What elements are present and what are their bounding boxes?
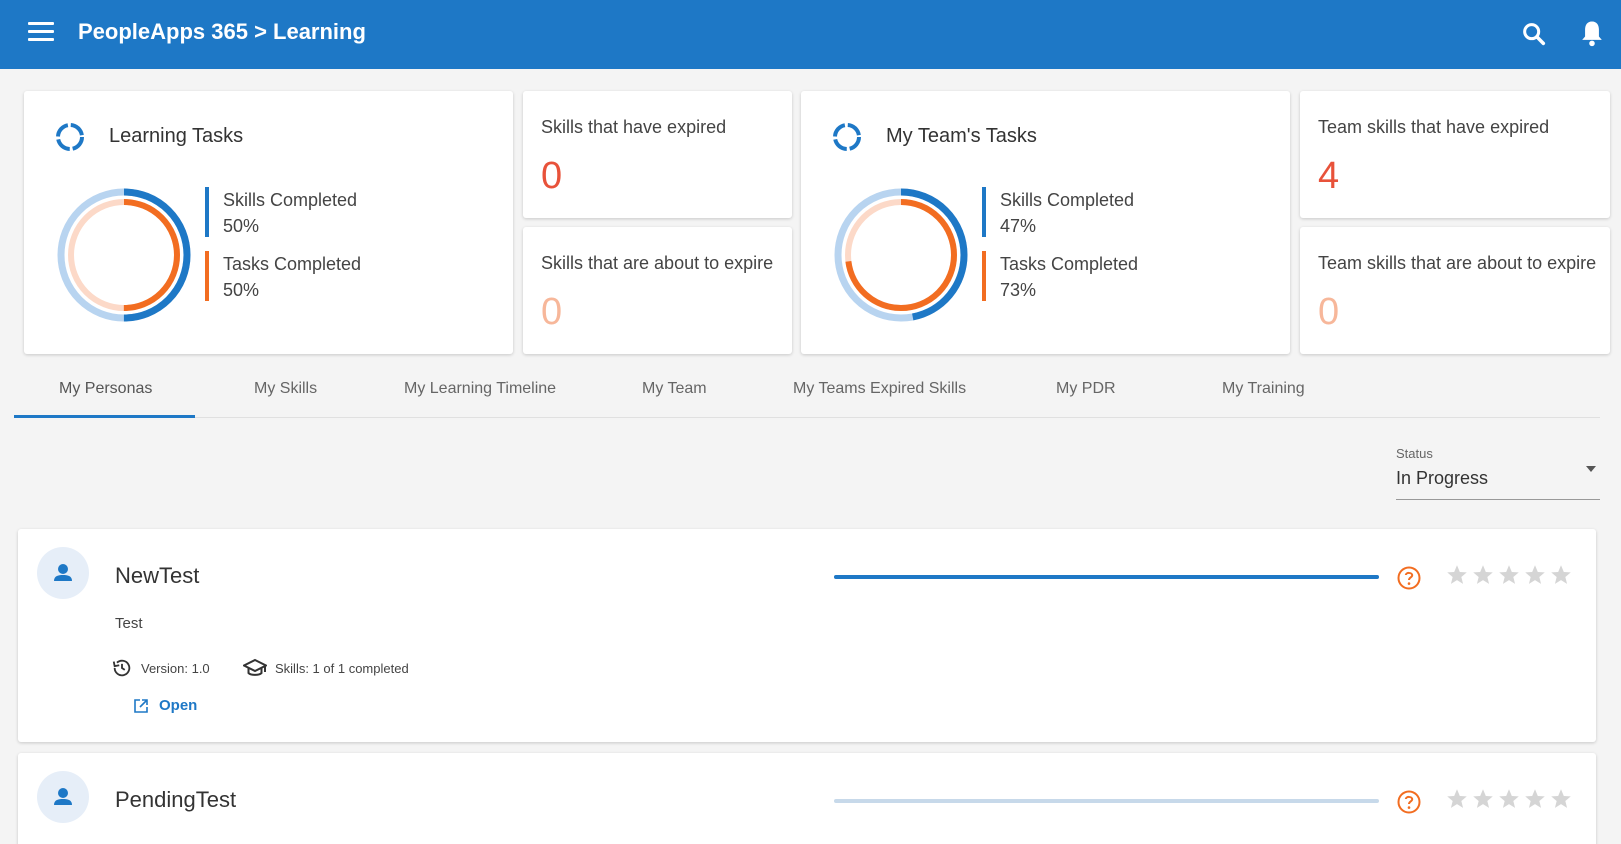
loader-icon xyxy=(56,123,84,151)
legend-value: 47% xyxy=(1000,216,1037,236)
card-title: Learning Tasks xyxy=(109,125,244,147)
tab-my-personas[interactable]: My Personas xyxy=(59,380,152,398)
version-text: Version: 1.0 xyxy=(141,660,210,676)
skills-completed-legend: Skills Completed 47% xyxy=(982,187,1134,239)
stat-value: 4 xyxy=(1318,155,1340,197)
team-tasks-card: My Team's Tasks Skills Completed 47% Tas… xyxy=(801,91,1290,354)
bell-icon[interactable] xyxy=(1578,18,1606,48)
open-label: Open xyxy=(159,697,198,714)
star-icon[interactable] xyxy=(1470,562,1496,588)
star-icon[interactable] xyxy=(1548,786,1574,812)
status-value: In Progress xyxy=(1396,468,1489,488)
card-title: My Team's Tasks xyxy=(886,125,1037,147)
tasks-completed-legend: Tasks Completed 50% xyxy=(205,251,361,303)
progress-fill xyxy=(834,575,1379,579)
persona-name: PendingTest xyxy=(115,787,237,812)
skills-expired-card[interactable]: Skills that have expired 0 xyxy=(523,91,792,218)
stat-value: 0 xyxy=(541,291,563,333)
app-title: PeopleApps 365 > Learning xyxy=(78,19,366,44)
team-tasks-donut xyxy=(834,188,968,322)
active-tab-indicator xyxy=(14,415,195,418)
learning-tasks-donut xyxy=(57,188,191,322)
team-skills-about-to-expire-card[interactable]: Team skills that are about to expire 0 xyxy=(1300,227,1610,354)
skills-text: Skills: 1 of 1 completed xyxy=(275,660,409,676)
person-icon xyxy=(54,564,72,581)
team-skills-expired-card[interactable]: Team skills that have expired 4 xyxy=(1300,91,1610,218)
tab-my-teams-expired-skills[interactable]: My Teams Expired Skills xyxy=(793,380,966,398)
star-icon[interactable] xyxy=(1522,786,1548,812)
rating-stars xyxy=(1444,562,1574,588)
tasks-completed-legend: Tasks Completed 73% xyxy=(982,251,1138,303)
stat-label: Team skills that have expired xyxy=(1318,117,1550,137)
status-label: Status xyxy=(1396,446,1433,461)
external-link-icon xyxy=(134,698,148,713)
rating-stars xyxy=(1444,786,1574,812)
legend-value: 73% xyxy=(1000,280,1037,300)
skills-completed-legend: Skills Completed 50% xyxy=(205,187,357,239)
stat-value: 0 xyxy=(1318,291,1340,333)
person-icon xyxy=(54,788,72,805)
stat-label: Skills that have expired xyxy=(541,117,727,137)
tab-my-team[interactable]: My Team xyxy=(642,380,707,398)
persona-card-newtest: NewTest Test Version: 1.0 Skills: 1 of 1… xyxy=(18,529,1596,742)
tab-my-skills[interactable]: My Skills xyxy=(254,380,317,398)
persona-card-pendingtest: PendingTest xyxy=(18,753,1596,844)
legend-label: Tasks Completed xyxy=(223,254,362,274)
skills-meta: Skills: 1 of 1 completed xyxy=(243,657,409,679)
legend-value: 50% xyxy=(223,280,260,300)
graduation-cap-icon xyxy=(243,658,267,676)
stat-label: Team skills that are about to expire xyxy=(1318,253,1597,273)
version-meta: Version: 1.0 xyxy=(111,657,210,679)
stat-label: Skills that are about to expire xyxy=(541,253,774,273)
status-select[interactable]: Status In Progress xyxy=(1396,444,1600,500)
legend-label: Tasks Completed xyxy=(1000,254,1139,274)
stat-value: 0 xyxy=(541,155,563,197)
menu-icon[interactable] xyxy=(28,22,54,44)
avatar xyxy=(37,771,89,823)
search-icon[interactable] xyxy=(1520,20,1548,48)
star-icon[interactable] xyxy=(1496,562,1522,588)
persona-name: NewTest xyxy=(115,563,200,588)
chevron-down-icon xyxy=(1586,466,1596,472)
persona-description: Test xyxy=(115,615,143,632)
avatar xyxy=(37,547,89,599)
tab-my-learning-timeline[interactable]: My Learning Timeline xyxy=(404,380,556,398)
tab-bar: My Personas My Skills My Learning Timeli… xyxy=(14,372,1600,418)
persona-progress-bar xyxy=(834,575,1379,579)
learning-tasks-card: Learning Tasks Skills Completed 50% Task… xyxy=(24,91,513,354)
legend-label: Skills Completed xyxy=(1000,190,1135,210)
star-icon[interactable] xyxy=(1470,786,1496,812)
history-icon xyxy=(112,659,131,677)
tab-my-training[interactable]: My Training xyxy=(1222,380,1305,398)
open-link[interactable]: Open xyxy=(133,697,197,714)
loader-icon xyxy=(833,123,861,151)
persona-progress-bar xyxy=(834,799,1379,803)
top-app-bar: PeopleApps 365 > Learning xyxy=(0,0,1621,69)
legend-value: 50% xyxy=(223,216,260,236)
help-circle-icon[interactable] xyxy=(1396,789,1422,815)
skills-about-to-expire-card[interactable]: Skills that are about to expire 0 xyxy=(523,227,792,354)
tab-my-pdr[interactable]: My PDR xyxy=(1056,380,1116,398)
help-circle-icon[interactable] xyxy=(1396,565,1422,591)
legend-label: Skills Completed xyxy=(223,190,358,210)
star-icon[interactable] xyxy=(1548,562,1574,588)
star-icon[interactable] xyxy=(1496,786,1522,812)
star-icon[interactable] xyxy=(1522,562,1548,588)
star-icon[interactable] xyxy=(1444,562,1470,588)
star-icon[interactable] xyxy=(1444,786,1470,812)
